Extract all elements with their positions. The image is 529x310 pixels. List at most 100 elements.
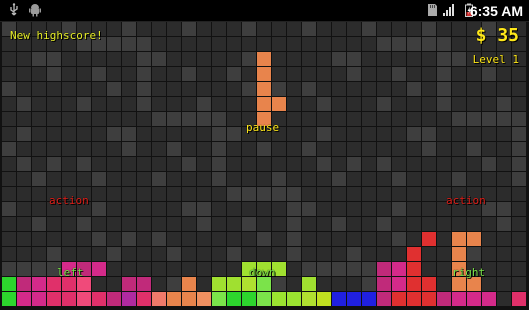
empty-cell (392, 247, 406, 261)
empty-cell (437, 262, 451, 276)
move-down-button[interactable]: down (249, 266, 276, 279)
empty-cell (122, 142, 136, 156)
empty-cell (497, 187, 511, 201)
empty-cell (437, 172, 451, 186)
block-cell (257, 52, 271, 66)
empty-cell (302, 97, 316, 111)
empty-cell (482, 127, 496, 141)
empty-cell (347, 22, 361, 36)
empty-cell (152, 217, 166, 231)
empty-cell (47, 217, 61, 231)
empty-cell (47, 247, 61, 261)
empty-cell (422, 67, 436, 81)
empty-cell (287, 187, 301, 201)
empty-cell (302, 202, 316, 216)
block-cell (92, 262, 106, 276)
empty-cell (392, 157, 406, 171)
empty-cell (482, 97, 496, 111)
empty-cell (512, 82, 526, 96)
empty-cell (107, 52, 121, 66)
empty-cell (152, 22, 166, 36)
empty-cell (77, 247, 91, 261)
empty-cell (242, 37, 256, 51)
empty-cell (152, 277, 166, 291)
empty-cell (302, 67, 316, 81)
empty-cell (197, 187, 211, 201)
block-cell (422, 232, 436, 246)
empty-cell (437, 232, 451, 246)
empty-cell (227, 52, 241, 66)
empty-cell (317, 157, 331, 171)
empty-cell (497, 247, 511, 261)
move-right-button[interactable]: right (452, 266, 485, 279)
empty-cell (92, 247, 106, 261)
empty-cell (197, 97, 211, 111)
empty-cell (167, 22, 181, 36)
empty-cell (377, 247, 391, 261)
empty-cell (167, 217, 181, 231)
empty-cell (47, 97, 61, 111)
empty-cell (407, 82, 421, 96)
empty-cell (467, 67, 481, 81)
empty-cell (227, 202, 241, 216)
empty-cell (152, 67, 166, 81)
empty-cell (197, 202, 211, 216)
empty-cell (92, 202, 106, 216)
empty-cell (122, 262, 136, 276)
empty-cell (377, 37, 391, 51)
action-left-button[interactable]: action (49, 194, 89, 207)
empty-cell (392, 97, 406, 111)
empty-cell (242, 52, 256, 66)
empty-cell (362, 217, 376, 231)
action-right-button[interactable]: action (446, 194, 486, 207)
empty-cell (287, 37, 301, 51)
empty-cell (182, 37, 196, 51)
empty-cell (17, 82, 31, 96)
empty-cell (227, 112, 241, 126)
move-left-button[interactable]: left (57, 266, 84, 279)
empty-cell (32, 127, 46, 141)
empty-cell (452, 157, 466, 171)
block-cell (257, 82, 271, 96)
empty-cell (182, 127, 196, 141)
empty-cell (122, 97, 136, 111)
empty-cell (137, 67, 151, 81)
empty-cell (77, 82, 91, 96)
empty-cell (287, 247, 301, 261)
empty-cell (77, 232, 91, 246)
empty-cell (122, 82, 136, 96)
empty-cell (512, 67, 526, 81)
empty-cell (122, 217, 136, 231)
empty-cell (347, 67, 361, 81)
empty-cell (227, 22, 241, 36)
empty-cell (92, 82, 106, 96)
empty-cell (152, 127, 166, 141)
empty-cell (152, 172, 166, 186)
game-board[interactable]: New highscore! $ 35 Level 1 pause action… (0, 22, 529, 310)
empty-cell (347, 247, 361, 261)
empty-cell (452, 97, 466, 111)
empty-cell (197, 82, 211, 96)
empty-cell (407, 37, 421, 51)
empty-cell (497, 82, 511, 96)
empty-cell (137, 112, 151, 126)
empty-cell (302, 232, 316, 246)
empty-cell (182, 52, 196, 66)
empty-cell (422, 217, 436, 231)
empty-cell (347, 112, 361, 126)
empty-cell (302, 52, 316, 66)
block-cell (422, 277, 436, 291)
empty-cell (392, 37, 406, 51)
empty-cell (212, 247, 226, 261)
empty-cell (257, 202, 271, 216)
empty-cell (212, 52, 226, 66)
empty-cell (317, 217, 331, 231)
empty-cell (17, 142, 31, 156)
block-cell (152, 292, 166, 306)
empty-cell (2, 67, 16, 81)
block-cell (257, 67, 271, 81)
empty-cell (17, 262, 31, 276)
empty-cell (377, 67, 391, 81)
empty-cell (452, 22, 466, 36)
pause-button[interactable]: pause (246, 121, 279, 134)
